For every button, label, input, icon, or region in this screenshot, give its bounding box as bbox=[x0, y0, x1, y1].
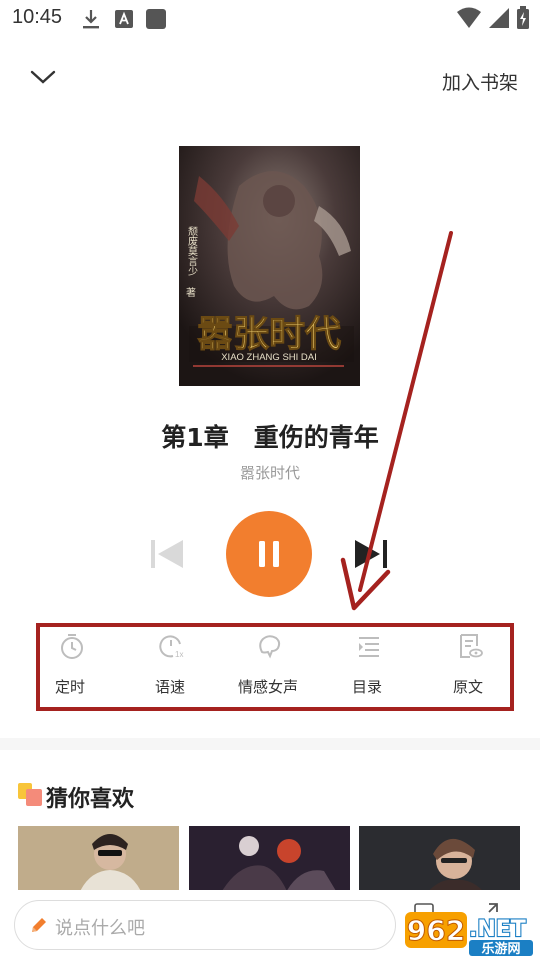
svg-text:962: 962 bbox=[407, 914, 465, 947]
status-bar: 10:45 bbox=[0, 0, 540, 36]
catalog-icon bbox=[359, 637, 379, 657]
speed-icon: 1x bbox=[159, 635, 183, 659]
cover-title-text: 嚣张时代 bbox=[197, 313, 341, 355]
pause-icon bbox=[259, 541, 279, 567]
recommend-cover-2 bbox=[189, 826, 350, 896]
chapter-title: 第1章 重伤的青年 bbox=[161, 423, 379, 452]
signal-icon bbox=[489, 8, 509, 28]
original-text-icon bbox=[460, 634, 483, 658]
function-timer[interactable]: 定时 bbox=[22, 632, 118, 702]
timer-icon bbox=[61, 634, 83, 659]
site-watermark: 962 .NET 乐游网 bbox=[405, 898, 540, 958]
function-voice[interactable]: 情感女声 bbox=[220, 632, 316, 702]
book-cover: 嚣张时代 XIAO ZHANG SHI DAI 颓废莫言少 著 bbox=[179, 146, 360, 386]
skip-previous-icon[interactable] bbox=[148, 537, 186, 571]
cover-author-text: 颓废莫言少 bbox=[186, 225, 198, 276]
comment-placeholder: 说点什么吧 bbox=[55, 918, 145, 939]
recommend-cover-1 bbox=[18, 826, 179, 896]
function-label: 情感女声 bbox=[237, 678, 298, 696]
font-a-icon bbox=[115, 10, 133, 28]
cover-author-suffix: 著 bbox=[186, 286, 196, 299]
recommend-book-2[interactable] bbox=[189, 826, 350, 896]
book-cover-art: 嚣张时代 XIAO ZHANG SHI DAI 颓废莫言少 著 bbox=[179, 146, 360, 386]
svg-text:1x: 1x bbox=[175, 650, 183, 659]
play-pause-button[interactable] bbox=[226, 511, 312, 597]
comment-input[interactable]: 说点什么吧 bbox=[14, 900, 396, 950]
guess-like-title: 猜你喜欢 bbox=[46, 787, 135, 812]
skip-next-icon[interactable] bbox=[352, 537, 390, 571]
function-label: 定时 bbox=[54, 678, 85, 696]
function-label: 语速 bbox=[154, 678, 185, 696]
svg-text:.NET: .NET bbox=[469, 917, 526, 942]
voice-icon bbox=[259, 635, 281, 659]
download-icon bbox=[83, 10, 99, 29]
add-to-shelf-button[interactable]: 加入书架 bbox=[442, 68, 518, 95]
function-label: 原文 bbox=[452, 678, 483, 696]
recommend-cover-3 bbox=[359, 826, 520, 896]
cover-subtitle-text: XIAO ZHANG SHI DAI bbox=[221, 352, 317, 363]
status-time: 10:45 bbox=[12, 6, 63, 28]
recommend-book-1[interactable] bbox=[18, 826, 179, 896]
function-speed[interactable]: 1x 语速 bbox=[122, 632, 218, 702]
guess-like-icon bbox=[18, 783, 42, 806]
function-catalog[interactable]: 目录 bbox=[319, 632, 415, 702]
status-right-icons bbox=[456, 6, 530, 30]
square-icon bbox=[146, 9, 166, 29]
svg-text:乐游网: 乐游网 bbox=[481, 941, 520, 957]
recommend-book-3[interactable] bbox=[359, 826, 520, 896]
wifi-icon bbox=[457, 7, 481, 28]
book-name[interactable]: 嚣张时代 bbox=[0, 462, 540, 483]
function-original-text[interactable]: 原文 bbox=[420, 632, 516, 702]
section-separator bbox=[0, 738, 540, 750]
chevron-down-icon[interactable] bbox=[28, 62, 58, 92]
battery-icon bbox=[517, 6, 529, 29]
site-watermark-logo: 962 .NET 乐游网 bbox=[405, 903, 533, 957]
pencil-icon bbox=[32, 918, 46, 932]
function-label: 目录 bbox=[351, 678, 382, 696]
